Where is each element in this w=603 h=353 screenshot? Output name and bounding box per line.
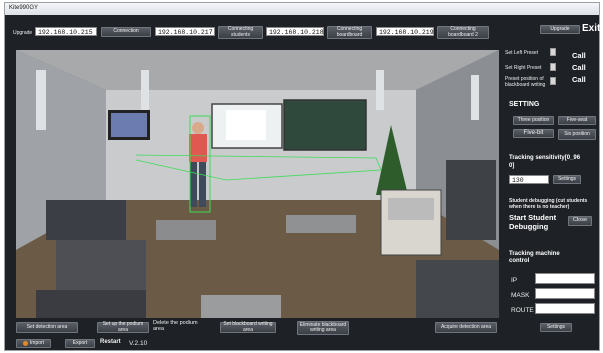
version-label: V.2.10 xyxy=(129,340,148,347)
connecting-boardboard-button[interactable]: Connecting boardboard xyxy=(327,26,372,39)
ip-input[interactable] xyxy=(535,273,595,284)
window-title: Kite990GY xyxy=(9,5,39,11)
upgrade-small-label: Upgrade xyxy=(13,30,33,36)
upgrade-button[interactable]: Upgrade xyxy=(540,25,580,34)
three-position-button[interactable]: Three position xyxy=(513,116,554,125)
sensitivity-heading: Tracking sensitivity[0_96 xyxy=(509,155,581,161)
call-button-3[interactable]: Call xyxy=(572,75,586,84)
delete-podium-area-button[interactable]: Delete the podium area xyxy=(153,320,203,332)
import-label: Import xyxy=(29,339,45,346)
tracking-control-heading: Tracking machine control xyxy=(509,251,560,265)
start-debugging-button[interactable]: Start Student Debugging xyxy=(509,213,569,231)
five-seat-button[interactable]: Five-seat xyxy=(558,116,596,125)
connecting-students-button[interactable]: Connecting students xyxy=(218,26,263,39)
ip-label: IP xyxy=(511,277,518,284)
route-label: ROUTE xyxy=(511,307,534,314)
acquire-detection-area-button[interactable]: Acquire detection area xyxy=(435,322,497,333)
title-bar: Kite990GY xyxy=(5,3,599,15)
exit-button[interactable]: Exit xyxy=(582,23,600,34)
ip-field-2[interactable]: 192.168.10.217 xyxy=(155,27,215,36)
close-debugging-button[interactable]: Close xyxy=(568,216,592,226)
right-preset-toggle[interactable] xyxy=(550,63,556,71)
set-detection-area-button[interactable]: Set detection area xyxy=(16,322,78,333)
ip-field-3[interactable]: 192.168.10.218 xyxy=(266,27,324,36)
set-blackboard-area-button[interactable]: Set blackboard writing area xyxy=(220,322,276,333)
blackboard-preset-label: Preset position of blackboard writing xyxy=(505,76,546,88)
blackboard-preset-toggle[interactable] xyxy=(550,77,556,85)
control-settings-button[interactable]: Settings xyxy=(540,323,572,332)
left-preset-toggle[interactable] xyxy=(550,48,556,56)
export-button[interactable]: Export xyxy=(65,339,95,348)
six-position-button[interactable]: Six position xyxy=(558,129,596,140)
call-button-2[interactable]: Call xyxy=(572,63,586,72)
right-preset-label: Set Right Preset xyxy=(505,65,542,71)
connecting-boardboard2-button[interactable]: Connecting boardboard 2 xyxy=(437,26,489,39)
call-button-1[interactable]: Call xyxy=(572,51,586,60)
ip-field-1[interactable]: 192.168.10.215 xyxy=(35,27,97,36)
sensitivity-heading-2: 0] xyxy=(509,163,515,169)
import-icon xyxy=(22,341,28,346)
sensitivity-input[interactable]: 130 xyxy=(509,175,549,184)
left-preset-label: Set Left Preset xyxy=(505,50,539,56)
connection-button[interactable]: Connection xyxy=(101,27,151,37)
eliminate-blackboard-area-button[interactable]: Eliminate blackboard writing area xyxy=(297,321,349,335)
mask-label: MASK xyxy=(511,292,530,299)
camera-view[interactable] xyxy=(16,50,499,318)
five-bit-button[interactable]: Five-bit xyxy=(513,129,554,138)
set-podium-area-button[interactable]: Set up the podium area xyxy=(97,322,149,333)
debug-note: Student debugging (cut students when the… xyxy=(509,198,588,210)
sensitivity-settings-button[interactable]: Settings xyxy=(553,175,581,184)
setting-heading: SETTING xyxy=(509,101,540,108)
ip-field-4[interactable]: 192.168.10.219 xyxy=(376,27,434,36)
mask-input[interactable] xyxy=(535,288,595,299)
classroom-camera-image xyxy=(16,50,499,318)
app-window: Kite990GY Upgrade 192.168.10.215 Connect… xyxy=(4,2,600,351)
import-button[interactable]: Import xyxy=(16,339,51,348)
route-input[interactable] xyxy=(535,303,595,314)
restart-button[interactable]: Restart xyxy=(100,339,121,345)
